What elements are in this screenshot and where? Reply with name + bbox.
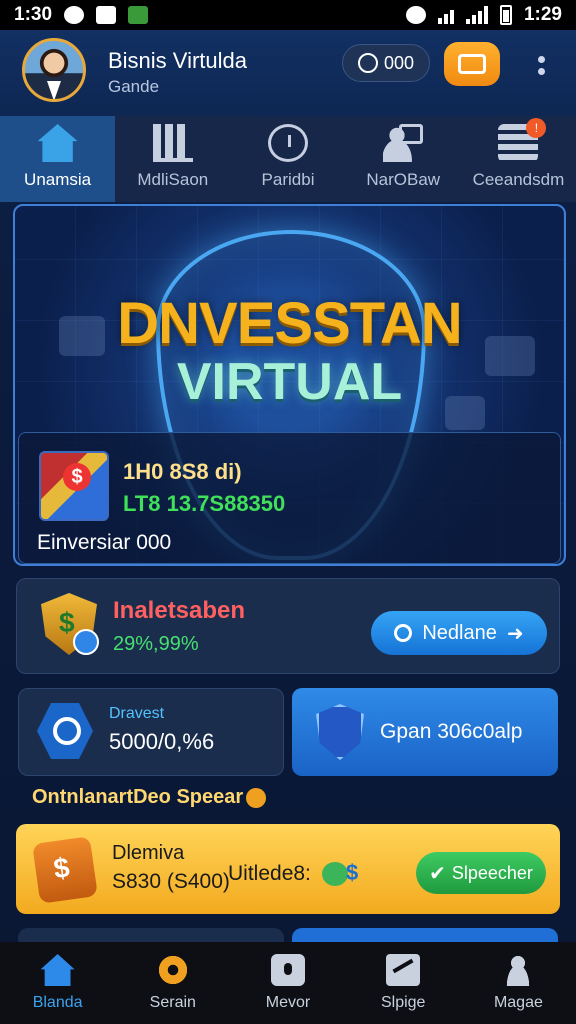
nav-label: Blanda xyxy=(32,994,83,1011)
more-vertical-icon-dot xyxy=(537,67,545,75)
users-icon xyxy=(383,124,424,162)
more-vertical-icon xyxy=(537,55,545,63)
hero-caption: Einversiar 000 xyxy=(37,531,172,554)
hero-subtitle: VIRTUAL xyxy=(176,353,403,411)
stats-card[interactable]: Dravest 5000/0,%6 xyxy=(18,688,284,776)
check-icon: ✔ xyxy=(429,862,446,885)
app-notification-icon xyxy=(128,6,149,24)
shield-check-icon xyxy=(316,704,364,760)
money-thumbnail-icon xyxy=(39,451,109,521)
arrow-right-icon: ➜ xyxy=(506,622,524,645)
tab-clock[interactable]: Paridbi xyxy=(230,116,345,202)
money-bag-icon xyxy=(32,836,98,904)
stack-icon: ! xyxy=(498,118,547,162)
coin-icon xyxy=(357,53,378,73)
dollar-icon xyxy=(322,862,348,886)
top-tab-bar: Unamsia MdliSaon Paridbi NarOBaw ! Ceean… xyxy=(0,116,576,202)
coin-balance-value: 000 xyxy=(383,52,415,73)
open-account-card[interactable]: Gpan 306c0alp xyxy=(292,688,558,776)
wallet-icon xyxy=(458,54,486,74)
tab-users[interactable]: NarOBaw xyxy=(346,116,461,202)
hero-info-panel: 1H0 8S8 di) LT8 13.7S88350 Einversiar 00… xyxy=(18,432,561,564)
hero-value-primary: 1H0 8S8 di) xyxy=(123,459,242,484)
app-screen: 1:30 1:29 Bisnis Virtulda Gande 000 Unam… xyxy=(0,0,576,1024)
investment-card: Inaletsaben 29%,99% Nedlane ➜ xyxy=(16,578,560,674)
status-bar-right: 1:29 xyxy=(405,4,562,26)
tab-label: Unamsia xyxy=(24,170,92,189)
share-icon xyxy=(386,954,421,986)
next-button[interactable]: Nedlane ➜ xyxy=(371,611,547,655)
nav-item-share[interactable]: Slpige xyxy=(346,942,461,1024)
building-icon xyxy=(152,124,193,162)
next-button-label: Nedlane xyxy=(422,621,497,644)
hero-title: DNVESSTAN xyxy=(117,291,462,356)
dividend-tag: Uitlede8: xyxy=(228,862,311,885)
nav-item-security[interactable]: Mevor xyxy=(230,942,345,1024)
nav-item-profile[interactable]: Magae xyxy=(461,942,576,1024)
tab-label: Ceeandsdm xyxy=(472,170,565,189)
stats-title: Dravest xyxy=(109,705,165,722)
nav-label: Magae xyxy=(493,994,543,1011)
mail-icon xyxy=(96,6,117,24)
notification-icon xyxy=(64,6,85,24)
user-role: Gande xyxy=(108,77,160,96)
hero-value-secondary: LT8 13.7S88350 xyxy=(123,491,286,516)
spend-button[interactable]: ✔ Slpeecher xyxy=(416,852,546,894)
more-options-button[interactable] xyxy=(530,50,552,80)
lock-icon xyxy=(271,954,305,986)
coin-balance-pill[interactable]: 000 xyxy=(342,44,430,82)
promo-label-text: OntnlanartDeo Speear xyxy=(32,786,244,808)
promo-section-label: OntnlanartDeo Speear xyxy=(32,786,267,809)
status-bar: 1:30 1:29 xyxy=(0,0,576,30)
stats-value: 5000/0,%6 xyxy=(109,729,215,754)
nav-item-home[interactable]: Blanda xyxy=(0,942,115,1024)
wifi-icon xyxy=(437,6,454,24)
tab-label: MdliSaon xyxy=(137,170,209,189)
gear-icon xyxy=(155,954,190,986)
status-bar-left: 1:30 xyxy=(14,4,149,26)
investment-label: Inaletsaben xyxy=(113,597,246,624)
search-icon xyxy=(37,703,93,759)
clock-icon xyxy=(268,124,308,162)
notification-badge: ! xyxy=(526,118,547,138)
circle-icon xyxy=(394,624,413,642)
user-name: Bisnis Virtulda xyxy=(108,48,247,73)
status-time-right: 1:29 xyxy=(523,4,562,25)
tab-home[interactable]: Unamsia xyxy=(0,116,116,202)
dividend-amount: S830 (S400) xyxy=(112,870,230,893)
investment-percent: 29%,99% xyxy=(113,633,199,655)
signal-icon xyxy=(465,6,488,24)
check-icon xyxy=(73,629,99,655)
nav-label: Mevor xyxy=(265,994,311,1011)
home-icon xyxy=(37,124,78,162)
dividend-card: Dlemiva S830 (S400) Uitlede8: $ ✔ Slpeec… xyxy=(16,824,560,914)
tab-label: NarOBaw xyxy=(366,170,441,189)
nav-label: Serain xyxy=(149,994,196,1011)
wallet-button[interactable] xyxy=(444,42,500,86)
spend-button-label: Slpeecher xyxy=(451,862,533,883)
bottom-navigation: Blanda Serain Mevor Slpige Magae xyxy=(0,942,576,1024)
coin-icon xyxy=(246,787,267,808)
open-account-label: Gpan 306c0alp xyxy=(380,720,523,743)
nav-label: Slpige xyxy=(380,994,426,1011)
alarm-icon xyxy=(405,6,426,24)
user-icon xyxy=(501,954,536,986)
hero-banner[interactable]: DNVESSTAN VIRTUAL 1H0 8S8 di) LT8 13.7S8… xyxy=(13,204,566,566)
tab-stack[interactable]: ! Ceeandsdm xyxy=(461,116,576,202)
battery-icon xyxy=(499,5,512,25)
tab-building[interactable]: MdliSaon xyxy=(115,116,230,202)
status-time-left: 1:30 xyxy=(14,4,53,25)
dividend-tag-symbol: $ xyxy=(346,860,359,885)
home-icon xyxy=(40,954,75,986)
tab-label: Paridbi xyxy=(261,170,315,189)
dividend-title: Dlemiva xyxy=(112,842,185,864)
app-header: Bisnis Virtulda Gande 000 xyxy=(0,30,576,116)
nav-item-settings[interactable]: Serain xyxy=(115,942,230,1024)
avatar[interactable] xyxy=(22,38,86,102)
